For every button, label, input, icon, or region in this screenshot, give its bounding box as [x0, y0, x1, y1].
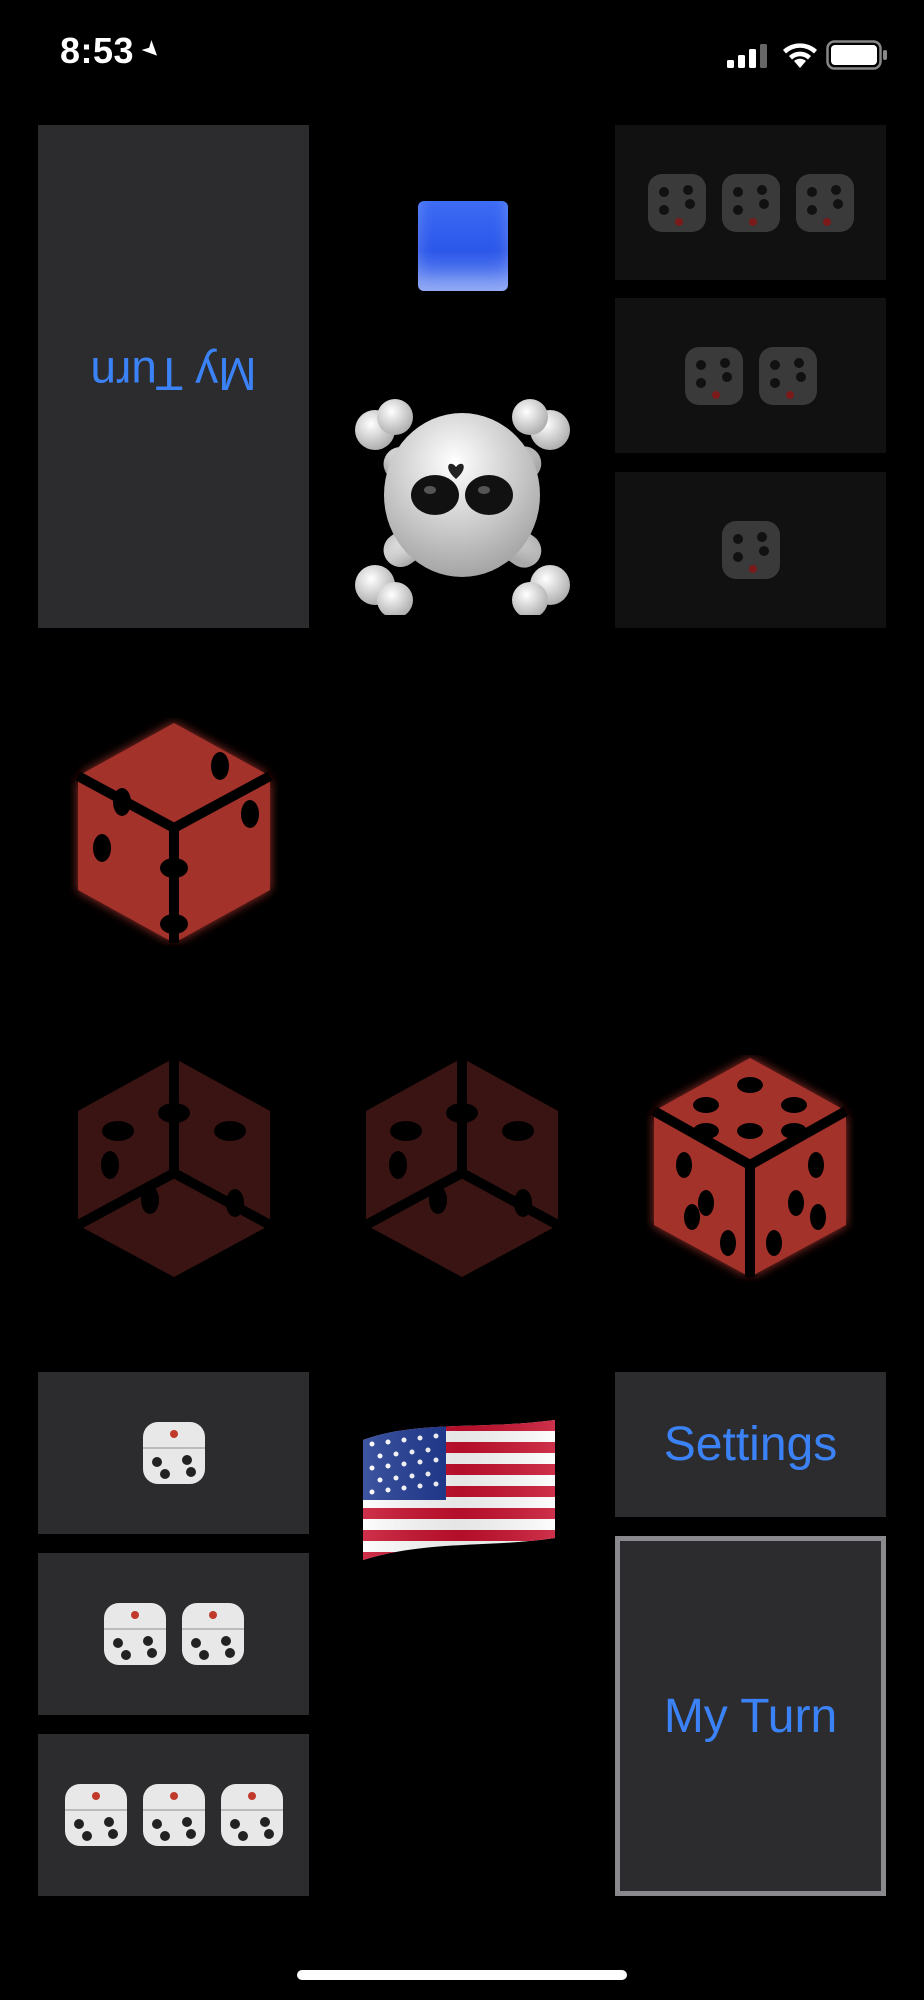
- bottom-bet-option-1[interactable]: [38, 1372, 309, 1534]
- player-color-indicator: [418, 201, 508, 291]
- white-die-icon: [220, 1784, 283, 1846]
- settings-button[interactable]: Settings: [615, 1372, 886, 1517]
- battery-icon: [826, 40, 887, 70]
- dice-group: [615, 125, 886, 280]
- dark-die-icon: [721, 521, 780, 579]
- status-time: 8:53 ➤: [60, 30, 167, 72]
- dice-group: [38, 1372, 309, 1534]
- dark-die-icon: [647, 173, 706, 232]
- white-die-icon: [64, 1784, 127, 1846]
- us-flag-icon[interactable]: [358, 1420, 560, 1570]
- white-die-icon: [181, 1603, 244, 1665]
- white-die-icon: [142, 1422, 205, 1484]
- bottom-my-turn-label: My Turn: [663, 1690, 838, 1743]
- skull-crossbones-icon[interactable]: [350, 395, 575, 615]
- home-indicator[interactable]: [297, 1970, 627, 1980]
- dice-group: [615, 472, 886, 628]
- top-bet-option-3[interactable]: [615, 125, 886, 280]
- dimmed-die-1[interactable]: [70, 1055, 278, 1283]
- top-bet-option-2[interactable]: [615, 298, 886, 453]
- bottom-bet-option-2[interactable]: [38, 1553, 309, 1715]
- dice-group: [615, 298, 886, 453]
- bottom-bet-option-3[interactable]: [38, 1734, 309, 1896]
- white-die-icon: [142, 1784, 205, 1846]
- top-my-turn-label: My Turn: [90, 348, 257, 400]
- active-die[interactable]: [646, 1055, 854, 1283]
- dice-group: [38, 1553, 309, 1715]
- cellular-signal-icon: [727, 44, 767, 68]
- settings-label: Settings: [663, 1418, 838, 1471]
- dice-group: [38, 1734, 309, 1896]
- wifi-icon: [783, 43, 817, 68]
- dark-die-icon: [758, 346, 817, 405]
- bottom-my-turn-button[interactable]: My Turn: [615, 1536, 886, 1896]
- dark-die-icon: [684, 346, 743, 405]
- location-arrow-icon: ➤: [136, 34, 168, 66]
- top-bet-option-1[interactable]: [615, 472, 886, 628]
- top-my-turn-button[interactable]: My Turn: [38, 125, 309, 628]
- dark-die-icon: [721, 173, 780, 232]
- dark-die-icon: [795, 173, 854, 232]
- white-die-icon: [103, 1603, 166, 1665]
- red-die-icon[interactable]: [70, 718, 278, 946]
- status-time-text: 8:53: [60, 30, 135, 71]
- dimmed-die-2[interactable]: [358, 1055, 566, 1283]
